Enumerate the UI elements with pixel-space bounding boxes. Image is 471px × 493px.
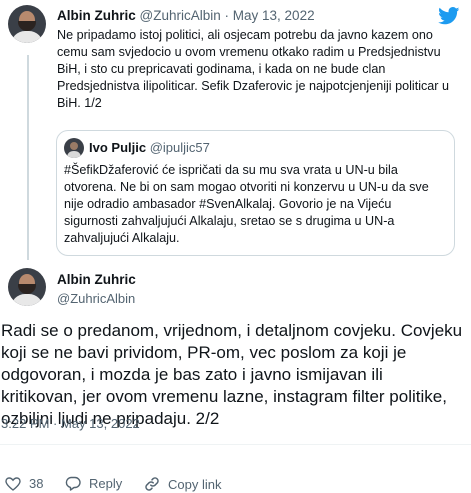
copy-link-label: Copy link	[168, 476, 222, 492]
tweet-date: May 13, 2022	[61, 416, 140, 431]
reply-button[interactable]: Reply	[65, 476, 122, 491]
tweet-date[interactable]: May 13, 2022	[233, 8, 315, 23]
author-name[interactable]: Albin Zuhric	[57, 8, 136, 23]
quoted-author-name: Ivo Puljic	[89, 140, 147, 155]
first-tweet-header: Albin Zuhric @ZuhricAlbin · May 13, 2022	[57, 8, 315, 23]
link-icon	[144, 476, 160, 492]
quoted-avatar	[64, 138, 84, 158]
avatar[interactable]	[8, 268, 46, 306]
separator: ·	[53, 416, 58, 431]
twitter-bird-icon[interactable]	[438, 7, 460, 25]
avatar[interactable]	[8, 5, 46, 43]
divider	[0, 444, 471, 445]
like-count: 38	[29, 476, 44, 491]
quoted-author-handle: @ipuljic57	[149, 140, 210, 155]
first-tweet-text: Ne pripadamo istoj politici, ali osjecam…	[57, 28, 449, 110]
quoted-tweet-card[interactable]: Ivo Puljic @ipuljic57 #ŠefikDžaferović ć…	[56, 130, 455, 256]
speech-bubble-icon	[65, 476, 81, 491]
main-author-handle[interactable]: @ZuhricAlbin	[57, 291, 135, 306]
tweet-time: 3:22 PM	[1, 416, 50, 431]
main-author-name[interactable]: Albin Zuhric	[57, 272, 136, 287]
main-tweet-timestamp[interactable]: 3:22 PM · May 13, 2022	[1, 416, 140, 431]
heart-icon	[5, 476, 21, 491]
copy-link-button[interactable]: Copy link	[144, 476, 221, 492]
separator: ·	[224, 8, 230, 23]
thread-line	[27, 55, 29, 260]
reply-label: Reply	[89, 476, 123, 491]
quoted-header: Ivo Puljic @ipuljic57	[89, 140, 210, 155]
main-tweet-text: Radi se o predanom, vrijednom, i detaljn…	[1, 321, 463, 428]
quoted-tweet-text: #ŠefikDžaferović će ispričati da su mu s…	[64, 163, 429, 245]
like-button[interactable]: 38	[5, 476, 43, 491]
author-handle[interactable]: @ZuhricAlbin	[140, 8, 221, 23]
